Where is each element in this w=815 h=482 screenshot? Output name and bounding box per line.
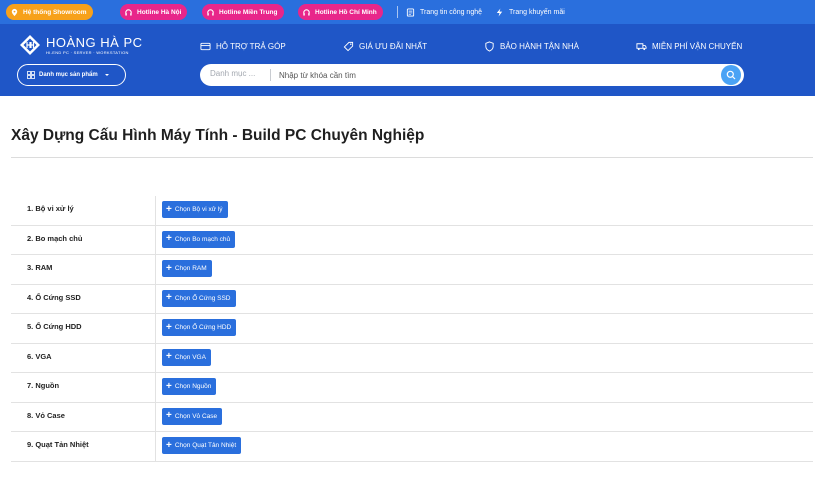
page-title: Xây Dựng Cấu Hình Máy Tính - Build PC Ch… bbox=[11, 127, 425, 144]
plus-icon: + bbox=[166, 203, 172, 215]
choose-case-button[interactable]: + Chọn Vỏ Case bbox=[162, 407, 223, 425]
search-scope-dropdown[interactable]: Danh mục ... bbox=[210, 69, 255, 78]
choose-psu-button[interactable]: + Chọn Nguồn bbox=[162, 378, 217, 395]
logo-tagline: HI-END PC · SERVER · WORKSTATION bbox=[46, 49, 129, 55]
logo-mark-icon bbox=[20, 35, 40, 55]
promotion-label: Trang khuyến mãi bbox=[509, 8, 565, 16]
hotline-hcm-label: Hotline Hồ Chí Minh bbox=[315, 8, 377, 16]
shield-icon bbox=[485, 40, 494, 52]
table-row: 3. RAM + Chọn RAM bbox=[11, 255, 813, 285]
document-icon bbox=[406, 7, 415, 17]
tag-icon bbox=[343, 41, 354, 51]
hotline-hanoi-pill[interactable]: Hotline Hà Nội bbox=[120, 4, 188, 20]
chevron-down-icon bbox=[104, 74, 109, 76]
table-row: 9. Quạt Tản Nhiệt + Chọn Quạt Tản Nhiệt bbox=[11, 432, 813, 462]
build-pc-table: 1. Bộ vi xử lý + Chọn Bộ vi xử lý 2. Bo m… bbox=[11, 196, 813, 462]
headset-icon bbox=[125, 8, 132, 16]
nav-best-price-label: GIÁ ƯU ĐÃI NHẤT bbox=[359, 41, 428, 51]
tech-news-link[interactable]: Trang tin công nghệ bbox=[406, 6, 482, 18]
top-bar: Hệ thống Showroom Hotline Hà Nội Hotline… bbox=[0, 0, 815, 24]
hotline-mientrung-label: Hotline Miền Trung bbox=[219, 8, 278, 16]
hotline-mientrung-pill[interactable]: Hotline Miền Trung bbox=[202, 4, 284, 20]
plus-icon: + bbox=[166, 410, 172, 421]
table-row: 2. Bo mạch chủ + Chọn Bo mạch chủ bbox=[11, 225, 813, 255]
search-bar: Danh mục ... bbox=[200, 64, 744, 86]
choose-ram-button[interactable]: + Chọn RAM bbox=[162, 260, 212, 277]
search-icon bbox=[726, 70, 736, 80]
table-row: 4. Ổ Cứng SSD + Chọn Ổ Cứng SSD bbox=[11, 284, 813, 314]
component-label: 8. Vỏ Case bbox=[27, 410, 65, 420]
plus-icon: + bbox=[166, 292, 172, 303]
nav-best-price[interactable]: GIÁ ƯU ĐÃI NHẤT bbox=[343, 40, 427, 52]
nav-installment-label: HỖ TRỢ TRẢ GÓP bbox=[216, 41, 286, 51]
component-label: 7. Nguồn bbox=[27, 381, 60, 390]
choose-mainboard-button[interactable]: + Chọn Bo mạch chủ bbox=[162, 230, 236, 248]
title-divider bbox=[11, 157, 813, 158]
choose-cooler-button[interactable]: + Chọn Quạt Tản Nhiệt bbox=[162, 437, 242, 454]
search-input[interactable] bbox=[279, 66, 709, 84]
component-label: 2. Bo mạch chủ bbox=[27, 233, 83, 243]
search-divider bbox=[270, 69, 271, 81]
search-button[interactable] bbox=[721, 65, 741, 85]
choose-cpu-button[interactable]: + Chọn Bộ vi xử lý bbox=[162, 201, 228, 218]
location-pin-icon bbox=[11, 8, 18, 16]
category-menu-button[interactable]: Danh mục sản phẩm bbox=[17, 64, 126, 86]
choose-vga-button[interactable]: + Chọn VGA bbox=[162, 348, 211, 366]
component-label: 9. Quạt Tản Nhiệt bbox=[27, 440, 89, 449]
hotline-hanoi-label: Hotline Hà Nội bbox=[137, 8, 182, 16]
showroom-label: Hệ thống Showroom bbox=[23, 8, 87, 16]
nav-installment[interactable]: HỖ TRỢ TRẢ GÓP bbox=[200, 40, 286, 52]
promotion-link[interactable]: Trang khuyến mãi bbox=[495, 6, 565, 18]
component-label: 6. VGA bbox=[27, 351, 52, 361]
logo-name: HOÀNG HÀ PC bbox=[46, 34, 143, 50]
nav-warranty-label: BẢO HÀNH TẬN NHÀ bbox=[500, 41, 579, 51]
tech-news-label: Trang tin công nghệ bbox=[420, 8, 483, 16]
component-label: 5. Ổ Cứng HDD bbox=[27, 322, 82, 331]
plus-icon: + bbox=[166, 439, 172, 451]
logo[interactable]: HOÀNG HÀ PC HI-END PC · SERVER · WORKSTA… bbox=[19, 34, 143, 56]
choose-hdd-button[interactable]: + Chọn Ổ Cứng HDD bbox=[162, 319, 237, 336]
table-row: 7. Nguồn + Chọn Nguồn bbox=[11, 373, 813, 403]
table-row: 8. Vỏ Case + Chọn Vỏ Case bbox=[11, 402, 813, 432]
category-menu-label: Danh mục sản phẩm bbox=[39, 72, 98, 78]
table-row: 1. Bộ vi xử lý + Chọn Bộ vi xử lý bbox=[11, 196, 813, 226]
hotline-hcm-pill[interactable]: Hotline Hồ Chí Minh bbox=[298, 4, 383, 20]
headset-icon bbox=[303, 8, 310, 16]
nav-warranty[interactable]: BẢO HÀNH TẬN NHÀ bbox=[484, 40, 579, 52]
choose-ssd-button[interactable]: + Chọn Ổ Cứng SSD bbox=[162, 289, 236, 307]
nav-free-shipping-label: MIỄN PHÍ VẬN CHUYỂN bbox=[652, 41, 743, 51]
showroom-pill[interactable]: Hệ thống Showroom bbox=[6, 4, 93, 20]
truck-icon bbox=[636, 42, 647, 50]
grid-icon bbox=[27, 71, 35, 79]
main-header: HOÀNG HÀ PC HI-END PC · SERVER · WORKSTA… bbox=[0, 24, 815, 96]
component-label: 3. RAM bbox=[27, 263, 53, 272]
table-row: 6. VGA + Chọn VGA bbox=[11, 343, 813, 373]
component-label: 4. Ổ Cứng SSD bbox=[27, 292, 81, 302]
component-label: 1. Bộ vi xử lý bbox=[27, 204, 74, 213]
headset-icon bbox=[207, 8, 214, 16]
plus-icon: + bbox=[166, 351, 172, 362]
topbar-divider bbox=[397, 6, 398, 18]
lightning-icon bbox=[496, 7, 503, 17]
nav-free-shipping[interactable]: MIỄN PHÍ VẬN CHUYỂN bbox=[636, 40, 742, 52]
plus-icon: + bbox=[166, 262, 172, 274]
table-row: 5. Ổ Cứng HDD + Chọn Ổ Cứng HDD bbox=[11, 314, 813, 344]
plus-icon: + bbox=[166, 233, 172, 244]
plus-icon: + bbox=[166, 380, 172, 392]
plus-icon: + bbox=[166, 321, 172, 333]
card-icon bbox=[200, 42, 211, 50]
